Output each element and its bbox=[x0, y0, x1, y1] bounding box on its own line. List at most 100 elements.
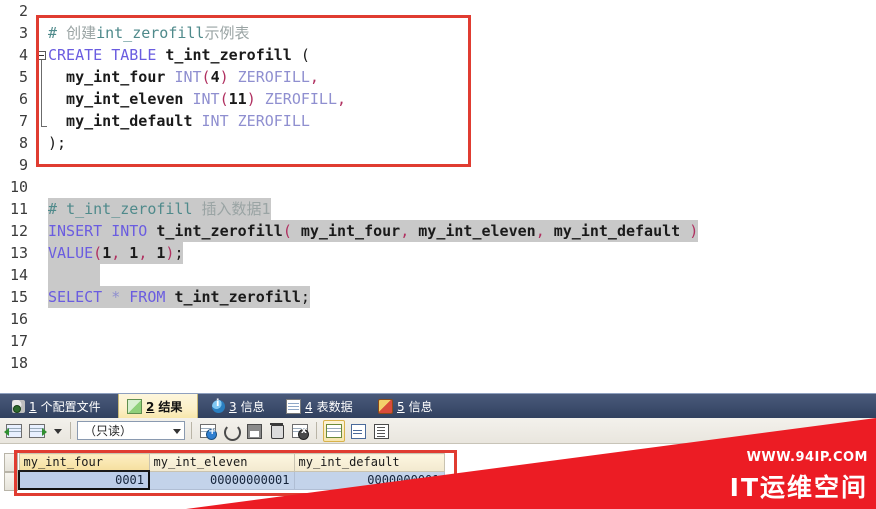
code-token: my_int_eleven bbox=[48, 90, 193, 108]
chevron-down-icon bbox=[54, 428, 62, 434]
fold-guide-end bbox=[41, 126, 47, 127]
tab-5[interactable]: 5 信息 bbox=[370, 394, 442, 419]
refresh-button[interactable] bbox=[221, 421, 241, 441]
tab-1[interactable]: 1 个配置文件 bbox=[4, 394, 116, 419]
trash-icon bbox=[270, 422, 284, 439]
toolbar-divider bbox=[316, 422, 317, 439]
arrow-icon bbox=[4, 427, 9, 436]
tab-4[interactable]: 4 表数据 bbox=[278, 394, 368, 419]
result-grid-area[interactable]: my_int_four my_int_eleven my_int_default 00… bbox=[0, 445, 876, 509]
code-token: , bbox=[400, 222, 410, 240]
line-number: 7 bbox=[18, 112, 28, 130]
code-line[interactable]: INSERT INTO t_int_zerofill( my_int_four,… bbox=[48, 220, 699, 242]
grid-corner-header[interactable] bbox=[4, 453, 18, 472]
line-number: 11 bbox=[9, 200, 28, 218]
code-line[interactable]: my_int_four INT(4) ZEROFILL, bbox=[48, 66, 319, 88]
text-view-icon bbox=[374, 423, 389, 439]
line-number: 15 bbox=[9, 288, 28, 306]
result-table[interactable]: my_int_four my_int_eleven my_int_default 00… bbox=[18, 453, 445, 490]
result-toolbar[interactable]: （只读） bbox=[0, 418, 876, 444]
code-token: SELECT bbox=[48, 288, 112, 306]
arrow-icon bbox=[42, 427, 47, 436]
row-selector[interactable] bbox=[4, 472, 18, 491]
grid-mode-value: （只读） bbox=[84, 424, 133, 438]
table-cell[interactable]: 00000000001 bbox=[148, 470, 295, 490]
column-header[interactable]: my_int_eleven bbox=[148, 453, 295, 472]
code-token: int_zerofill bbox=[96, 24, 205, 42]
export-grid-button[interactable] bbox=[27, 421, 47, 441]
code-token: 11 bbox=[228, 90, 247, 108]
result-tab-bar[interactable]: 1 个配置文件2 结果3 信息4 表数据5 信息 bbox=[0, 393, 876, 419]
info-alt-icon bbox=[378, 399, 393, 414]
tab-3[interactable]: 3 信息 bbox=[204, 394, 276, 419]
text-view-button[interactable] bbox=[371, 421, 391, 441]
column-header[interactable]: my_int_four bbox=[18, 453, 150, 472]
tab-accel-number: 1 bbox=[29, 399, 37, 414]
tab-label: 结果 bbox=[158, 400, 183, 414]
toolbar-divider bbox=[191, 422, 192, 439]
code-token: 插入数据1 bbox=[192, 200, 271, 218]
line-number: 12 bbox=[9, 222, 28, 240]
code-line[interactable]: VALUE(1, 1, 1); bbox=[48, 242, 184, 264]
grid-mode-select[interactable]: （只读） bbox=[77, 421, 185, 440]
line-number: 9 bbox=[18, 156, 28, 174]
code-token: ZEROFILL bbox=[255, 90, 337, 108]
code-line[interactable]: # t_int_zerofill 插入数据1 bbox=[48, 198, 271, 220]
add-record-button[interactable] bbox=[198, 421, 218, 441]
delete-record-button[interactable] bbox=[267, 421, 287, 441]
code-line[interactable]: SELECT * FROM t_int_zerofill; bbox=[48, 286, 310, 308]
fold-toggle-icon[interactable] bbox=[37, 51, 46, 60]
code-token: INT ZEROFILL bbox=[201, 112, 310, 130]
code-token: ) bbox=[219, 68, 229, 86]
code-token: 1 bbox=[102, 244, 112, 262]
column-header[interactable]: my_int_default bbox=[293, 453, 445, 472]
code-line[interactable]: # 创建int_zerofill示例表 bbox=[48, 22, 249, 44]
table-cell[interactable]: 0000000001 bbox=[293, 470, 445, 490]
cancel-changes-button[interactable] bbox=[290, 421, 310, 441]
code-line[interactable] bbox=[48, 264, 100, 286]
code-token: 1 bbox=[129, 244, 139, 262]
code-line[interactable]: my_int_eleven INT(11) ZEROFILL, bbox=[48, 88, 346, 110]
sql-editor[interactable]: 2 3 4 5 6 7 8 9 10 11 12 13 14 15 16 17 18 # 创建int_zerof… bbox=[0, 0, 876, 393]
code-fold-column[interactable] bbox=[34, 0, 48, 393]
code-token: ( bbox=[201, 68, 211, 86]
grid-view-button[interactable] bbox=[323, 419, 345, 442]
line-number-gutter: 2 3 4 5 6 7 8 9 10 11 12 13 14 15 16 17 18 bbox=[0, 0, 32, 393]
chevron-down-icon bbox=[173, 428, 181, 434]
export-dropdown[interactable] bbox=[50, 421, 64, 441]
result-icon bbox=[127, 399, 142, 414]
line-number: 13 bbox=[9, 244, 28, 262]
grid-view-icon bbox=[326, 423, 342, 438]
table-cell[interactable]: 0001 bbox=[18, 470, 150, 490]
code-token: , bbox=[337, 90, 347, 108]
code-token: my_int_default bbox=[48, 112, 202, 130]
code-token: my_int_four bbox=[291, 222, 401, 240]
tab-2[interactable]: 2 结果 bbox=[118, 394, 198, 419]
code-token: # bbox=[48, 24, 67, 42]
code-line[interactable]: my_int_default INT ZEROFILL bbox=[48, 110, 310, 132]
code-token: VALUE bbox=[48, 244, 94, 262]
code-token: my_int_default bbox=[544, 222, 690, 240]
fold-guide-line bbox=[41, 60, 42, 126]
code-token: ( bbox=[219, 90, 229, 108]
line-number: 17 bbox=[9, 332, 28, 350]
apply-changes-button[interactable] bbox=[244, 421, 264, 441]
code-token: ( bbox=[300, 46, 310, 64]
tab-label: 表数据 bbox=[316, 400, 353, 414]
form-view-button[interactable] bbox=[348, 421, 368, 441]
refresh-icon bbox=[224, 423, 241, 441]
code-line[interactable]: ); bbox=[48, 132, 66, 154]
line-number: 16 bbox=[9, 310, 28, 328]
code-token: , bbox=[138, 244, 157, 262]
code-token: ); bbox=[48, 134, 67, 152]
table-row[interactable]: 0001 00000000001 0000000001 bbox=[18, 470, 445, 490]
code-token: t_int_zerofill bbox=[66, 200, 193, 218]
code-line[interactable]: CREATE TABLE t_int_zerofill ( bbox=[48, 44, 310, 66]
code-token: INSERT INTO bbox=[48, 222, 157, 240]
code-area[interactable]: # 创建int_zerofill示例表 CREATE TABLE t_int_ze… bbox=[48, 0, 876, 393]
import-grid-button[interactable] bbox=[4, 421, 24, 441]
tab-accel-number: 4 bbox=[305, 399, 313, 414]
code-token: my_int_eleven bbox=[409, 222, 536, 240]
table-header-row: my_int_four my_int_eleven my_int_default bbox=[18, 453, 445, 472]
save-icon bbox=[247, 423, 262, 439]
